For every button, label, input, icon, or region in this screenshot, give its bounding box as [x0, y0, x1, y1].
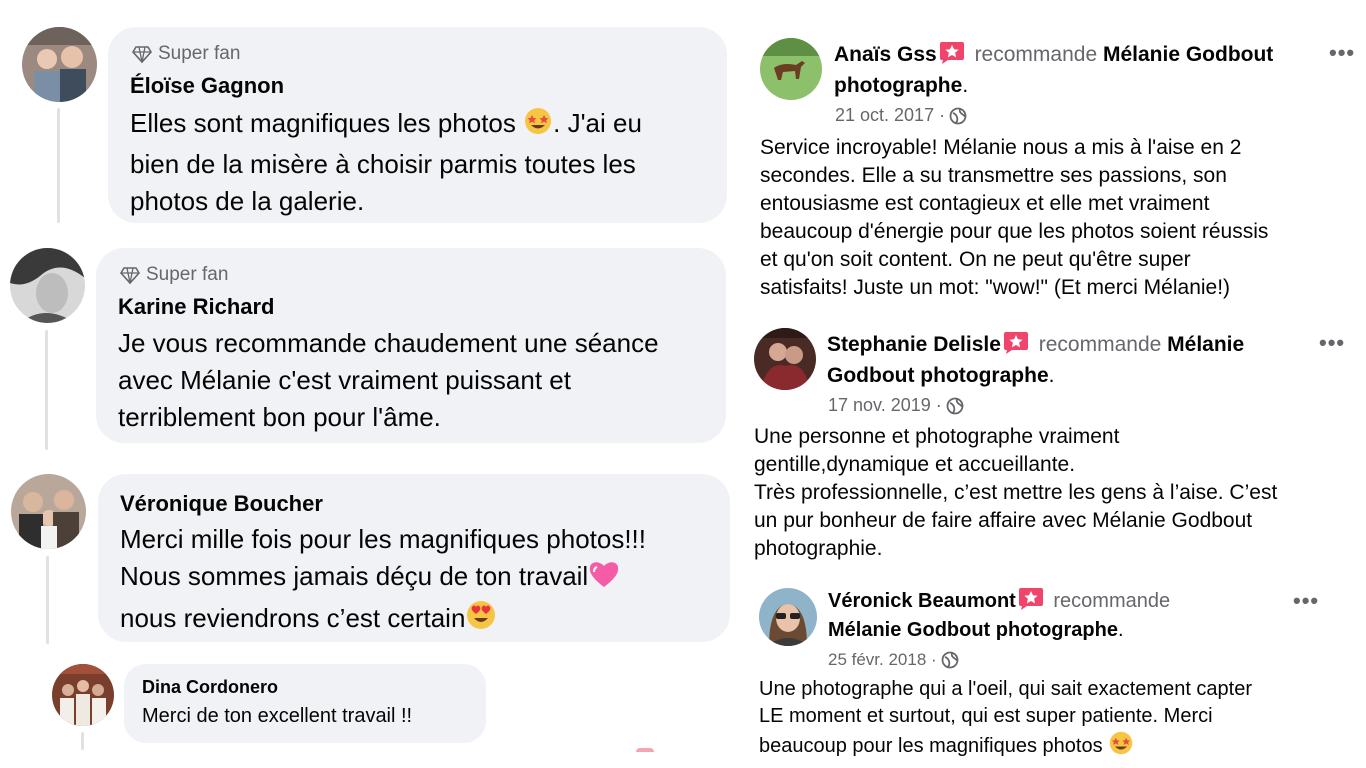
- page-name[interactable]: photographe: [834, 74, 962, 97]
- review-card: Stephanie Delisle recommande Mélanie God…: [740, 318, 1366, 566]
- heart-eyes-emoji: [465, 599, 497, 641]
- review-text: Une photographe qui a l'oeil, qui sait e…: [759, 676, 1334, 764]
- avatar-stephanie[interactable]: [754, 328, 816, 390]
- globe-icon: [941, 651, 959, 669]
- reviewer-name[interactable]: Véronick Beaumont: [828, 590, 1016, 612]
- review-date[interactable]: 21 oct. 2017 ·: [835, 105, 945, 126]
- star-struck-emoji: [523, 106, 553, 146]
- commenter-name[interactable]: Véronique Boucher: [120, 491, 323, 517]
- review-text: Service incroyable! Mélanie nous a mis à…: [760, 136, 1269, 299]
- review-header: Véronick Beaumont recommande Mélanie God…: [828, 587, 1298, 645]
- review-meta: 25 févr. 2018 ·: [828, 650, 959, 670]
- page-name[interactable]: Godbout photographe: [827, 364, 1049, 387]
- comment-text: Je vous recommande chaudement une séance…: [118, 328, 659, 432]
- review-date[interactable]: 17 nov. 2019 ·: [828, 395, 942, 416]
- super-fan-badge: Super fan: [120, 264, 228, 286]
- cropped-element-edge: [636, 748, 654, 752]
- reviewer-name[interactable]: Anaïs Gss: [834, 43, 937, 66]
- recommends-text: recommande: [974, 43, 1098, 66]
- recommends-text: recommande: [1038, 333, 1162, 356]
- badge-label: Super fan: [146, 264, 229, 285]
- avatar-karine[interactable]: [10, 248, 85, 323]
- diamond-icon: [132, 46, 152, 64]
- review-header: Anaïs Gss recommande Mélanie Godbout pho…: [834, 41, 1274, 97]
- pink-heart-emoji: [588, 559, 620, 599]
- comment-text: Merci de ton excellent travail !!: [142, 705, 413, 727]
- diamond-icon: [120, 267, 140, 285]
- thread-line: [45, 330, 48, 450]
- thread-line: [57, 108, 60, 223]
- comment-bubble: Dina Cordonero Merci de ton excellent tr…: [124, 664, 486, 743]
- review-header: Stephanie Delisle recommande Mélanie God…: [827, 331, 1245, 387]
- page-name[interactable]: Mélanie: [1167, 333, 1244, 356]
- review-meta: 21 oct. 2017 ·: [835, 105, 967, 126]
- globe-icon: [949, 107, 967, 124]
- avatar-dina[interactable]: [52, 664, 114, 726]
- comment-bubble: Véronique Boucher Merci mille fois pour …: [98, 474, 730, 642]
- comment-text: Elles sont magnifiques les photos . J'ai…: [130, 106, 642, 216]
- thread-line: [81, 732, 84, 750]
- review-meta: 17 nov. 2019 ·: [828, 395, 964, 416]
- more-options-button[interactable]: •••: [1329, 40, 1355, 66]
- avatar-veronique[interactable]: [11, 474, 86, 549]
- comment-bubble: Super fan Karine Richard Je vous recomma…: [96, 248, 726, 443]
- review-card: Véronick Beaumont recommande Mélanie God…: [745, 578, 1335, 768]
- review-date[interactable]: 25 févr. 2018 ·: [828, 650, 937, 670]
- commenter-name[interactable]: Dina Cordonero: [142, 677, 278, 698]
- badge-label: Super fan: [158, 43, 241, 64]
- reviewer-name[interactable]: Stephanie Delisle: [827, 333, 1001, 356]
- more-options-button[interactable]: •••: [1319, 330, 1345, 356]
- super-fan-badge: Super fan: [132, 43, 240, 65]
- avatar-eloise[interactable]: [22, 27, 97, 102]
- comment-bubble: Super fan Éloïse Gagnon Elles sont magni…: [108, 27, 727, 223]
- page-name[interactable]: Mélanie Godbout: [1103, 43, 1273, 66]
- page-name[interactable]: Mélanie Godbout photographe: [828, 619, 1118, 641]
- recommend-flag-icon: [939, 41, 965, 65]
- recommend-flag-icon: [1018, 587, 1044, 611]
- more-options-button[interactable]: •••: [1293, 588, 1319, 614]
- commenter-name[interactable]: Éloïse Gagnon: [130, 73, 284, 99]
- comment-text: Merci mille fois pour les magnifiques ph…: [120, 521, 725, 641]
- review-text: Une personne et photographe vraiment gen…: [754, 425, 1278, 560]
- avatar-veronick[interactable]: [759, 588, 817, 646]
- globe-icon: [946, 397, 964, 414]
- review-card: Anaïs Gss recommande Mélanie Godbout pho…: [748, 30, 1366, 308]
- recommend-flag-icon: [1003, 331, 1029, 355]
- thread-line: [46, 556, 49, 644]
- avatar-anais[interactable]: [760, 38, 822, 100]
- commenter-name[interactable]: Karine Richard: [118, 294, 275, 320]
- recommends-text: recommande: [1053, 590, 1171, 612]
- star-struck-emoji: [1108, 730, 1134, 764]
